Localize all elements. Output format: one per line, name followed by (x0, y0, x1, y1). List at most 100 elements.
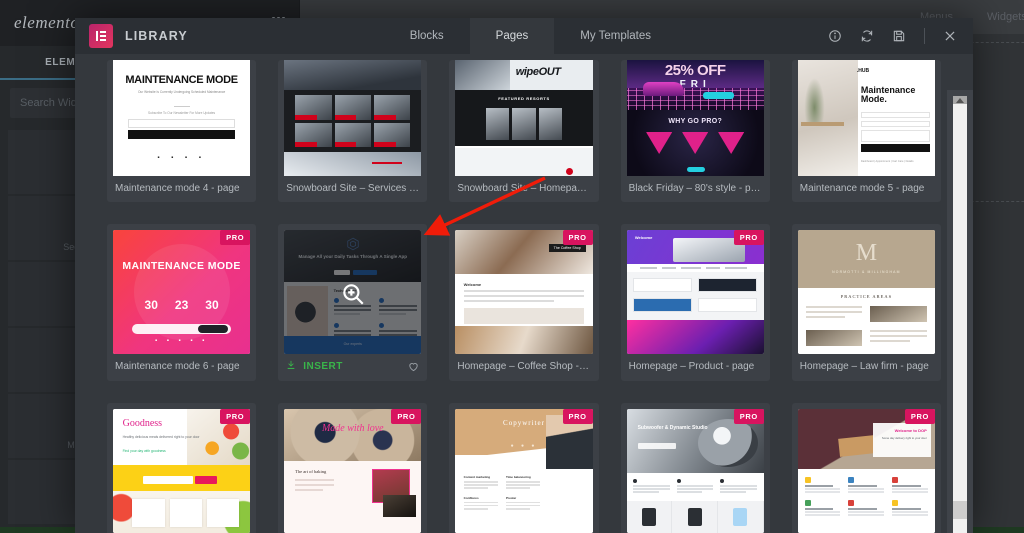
thumb-brand: .HUB (856, 68, 870, 74)
thumb-day: FRI (679, 79, 711, 90)
sync-icon[interactable] (860, 29, 874, 43)
thumb-col-1: Content marketing (463, 475, 491, 479)
template-thumbnail: Subwoofer & Dynamic Studio (626, 409, 764, 533)
template-row: PRO MAINTENANCE MODE 30 23 30 ▪ ▪ ▪ ▪ ▪ (107, 224, 941, 381)
template-card[interactable]: Snowboard Site – Services - page (278, 60, 428, 202)
countdown-hours: 23 (174, 298, 189, 312)
template-card[interactable]: PRO Made with love The art of baking (278, 403, 428, 533)
template-thumbnail: Welcome (626, 230, 764, 354)
countdown-days: 30 (144, 298, 158, 312)
thumb-section: WHY GO PRO? (668, 118, 723, 125)
scroll-up-arrow-icon[interactable] (956, 98, 964, 103)
thumb-title: Welcome to DOP (894, 428, 927, 433)
download-icon (286, 360, 296, 373)
template-name: Homepage – Coffee Shop - page (457, 361, 599, 372)
template-row: MAINTENANCE MODE Our Website Is Currentl… (107, 60, 941, 202)
thumb-social: ▪ ▪ ▪ ▪ ▪ (154, 338, 209, 344)
tab-my-templates[interactable]: My Templates (554, 18, 677, 54)
hex-logo-icon (346, 237, 360, 251)
pro-badge: PRO (904, 409, 935, 424)
template-name: Maintenance mode 4 - page (115, 183, 240, 194)
thumb-col-2: Time balancering (506, 475, 531, 479)
card-actions: INSERT (278, 354, 427, 381)
thumb-title: MAINTENANCE MODE (125, 74, 238, 86)
thumb-bar-text: Our experts (343, 342, 362, 346)
info-icon[interactable] (828, 29, 842, 43)
thumb-title: wipeOUT (515, 66, 561, 78)
template-card[interactable]: PRO Welcome to DOP Some day delivery rig… (791, 403, 941, 533)
template-card[interactable]: PRO Subwoofer & Dynamic Studio (620, 403, 770, 533)
thumb-logo: Copywriter (503, 419, 545, 427)
template-library-modal: LIBRARY Blocks Pages My Templates MAINTE… (75, 18, 973, 533)
thumb-tag: The Coffee Shop (548, 244, 586, 252)
pro-badge: PRO (220, 409, 251, 424)
thumb-heading: Welcome (463, 282, 482, 287)
template-name: Black Friday – 80's style - page (628, 183, 768, 194)
template-thumbnail: M NORMOTTI & MILLINGHAM PRACTICE AREAS (797, 230, 935, 354)
thumb-subtitle: Our Website Is Currently Undergoing Sche… (137, 90, 226, 94)
template-card[interactable]: PRO The Coffee Shop Welcome Homepage – C… (449, 224, 599, 381)
modal-header: LIBRARY Blocks Pages My Templates (75, 18, 973, 54)
thumb-links: Dashboard | Appointment | Cart Care | De… (860, 160, 914, 163)
modal-scrollbar[interactable] (947, 90, 973, 533)
thumb-headline: 25% OFF (664, 62, 726, 79)
template-thumbnail: Copywriter ● ● ● Content marketing Time … (455, 409, 593, 533)
template-row: PRO Goodness Healthy delicious meals del… (107, 403, 941, 533)
template-card[interactable]: MAINTENANCE MODE Our Website Is Currentl… (107, 60, 257, 202)
template-name: Homepage – Law firm - page (799, 361, 929, 372)
heart-icon[interactable] (408, 361, 419, 372)
template-grid-body[interactable]: MAINTENANCE MODE Our Website Is Currentl… (75, 54, 973, 533)
save-icon[interactable] (892, 29, 906, 43)
scrollbar-track[interactable] (953, 96, 967, 533)
thumb-link: Find your day with goodness (122, 449, 166, 453)
modal-title: LIBRARY (125, 29, 188, 43)
template-thumbnail: MAINTENANCE MODE Our Website Is Currentl… (113, 60, 251, 176)
template-thumbnail: MAINTENANCE MODE 30 23 30 ▪ ▪ ▪ ▪ ▪ (113, 230, 251, 354)
thumb-title: Subwoofer & Dynamic Studio (637, 425, 708, 431)
scrollbar-thumb[interactable] (953, 501, 967, 519)
topbar-item-widgets[interactable]: Widgets (987, 11, 1024, 23)
thumb-section: FEATURED RESORTS (498, 96, 550, 101)
template-name: Snowboard Site – Homepage - pa... (457, 183, 598, 194)
thumb-logo: Goodness (122, 418, 163, 429)
modal-header-actions (828, 28, 973, 44)
template-card[interactable]: PRO Goodness Healthy delicious meals del… (107, 403, 257, 533)
pro-badge: PRO (391, 409, 422, 424)
template-thumbnail: The Coffee Shop Welcome (455, 230, 593, 354)
thumb-social: ▪ ▪ ▪ ▪ (157, 155, 206, 161)
template-thumbnail (284, 60, 422, 176)
template-thumbnail: Welcome to DOP Some day delivery right t… (797, 409, 935, 533)
thumb-section: The art of baking (295, 469, 327, 474)
template-card[interactable]: PRO Copywriter ● ● ● Content marketing T… (449, 403, 599, 533)
insert-label: INSERT (303, 361, 343, 372)
template-thumbnail: Made with love The art of baking (284, 409, 422, 533)
template-name: Snowboard Site – Services - page (286, 183, 428, 194)
template-name: Maintenance mode 6 - page (115, 361, 240, 372)
thumb-subtitle: Healthy delicious meals delivered right … (122, 435, 200, 439)
thumb-firmname: NORMOTTI & MILLINGHAM (832, 270, 901, 274)
template-card[interactable]: 25% OFF FRI WHY GO PRO? Black Friday – 8… (620, 60, 770, 202)
pro-badge: PRO (733, 409, 764, 424)
template-card[interactable]: PRO MAINTENANCE MODE 30 23 30 ▪ ▪ ▪ ▪ ▪ (107, 224, 257, 381)
template-card[interactable]: wipeOUT FEATURED RESORTS Snowboard Site … (449, 60, 599, 202)
insert-button[interactable]: INSERT (286, 360, 343, 373)
template-name: Maintenance mode 5 - page (799, 183, 925, 194)
thumb-section: PRACTICE AREAS (840, 294, 893, 299)
template-card[interactable]: PRO Welcome Homepage – Product - page (620, 224, 770, 381)
template-thumbnail: Goodness Healthy delicious meals deliver… (113, 409, 251, 533)
thumb-title: MAINTENANCE MODE (122, 260, 241, 272)
magnifier-zoom-icon[interactable] (340, 281, 366, 307)
pro-badge: PRO (733, 230, 764, 245)
tab-blocks[interactable]: Blocks (384, 18, 470, 54)
thumb-headline: Manage All your Daily Tasks Through A Si… (298, 254, 408, 259)
header-divider (924, 28, 925, 44)
template-card-hovered[interactable]: Manage All your Daily Tasks Through A Si… (278, 224, 428, 381)
thumb-col-3: Confitures (463, 495, 479, 500)
tab-pages[interactable]: Pages (469, 18, 555, 54)
template-name: Homepage – Product - page (628, 361, 755, 372)
template-card[interactable]: .HUB Maintenance Mode. Dashboard | Appoi… (791, 60, 941, 202)
countdown-minutes: 30 (205, 298, 219, 312)
template-card[interactable]: M NORMOTTI & MILLINGHAM PRACTICE AREAS H… (791, 224, 941, 381)
close-icon[interactable] (943, 29, 957, 43)
pro-badge: PRO (220, 230, 251, 245)
